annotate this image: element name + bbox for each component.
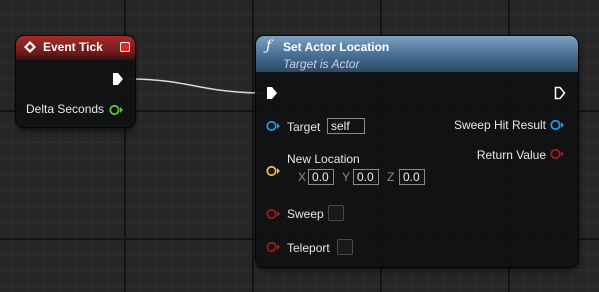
new-location-label: New Location bbox=[287, 152, 360, 166]
exec-in-pin[interactable] bbox=[266, 86, 278, 100]
target-pin[interactable] bbox=[266, 120, 282, 132]
function-subtitle: Target is Actor bbox=[283, 57, 360, 71]
z-axis-label: Z bbox=[387, 170, 395, 184]
delta-seconds-label: Delta Seconds bbox=[26, 102, 105, 116]
teleport-label: Teleport bbox=[287, 241, 330, 255]
teleport-checkbox[interactable] bbox=[337, 239, 353, 255]
return-value-pin[interactable] bbox=[550, 148, 566, 160]
target-label: Target bbox=[287, 120, 321, 134]
target-value-field[interactable]: self bbox=[327, 118, 365, 134]
sweep-label: Sweep bbox=[287, 207, 324, 221]
new-location-pin[interactable] bbox=[266, 165, 282, 177]
x-axis-label: X bbox=[298, 170, 307, 184]
location-y-field[interactable]: 0.0 bbox=[353, 169, 379, 185]
function-icon: ƒ bbox=[266, 38, 272, 54]
teleport-pin[interactable] bbox=[266, 241, 282, 253]
location-z-field[interactable]: 0.0 bbox=[399, 169, 425, 185]
sweep-hit-result-pin[interactable] bbox=[550, 119, 566, 131]
exec-then-pin[interactable] bbox=[554, 86, 566, 100]
event-tick-node[interactable]: Event Tick Delta Seconds bbox=[16, 36, 135, 127]
return-value-label: Return Value bbox=[476, 148, 546, 162]
location-x-field[interactable]: 0.0 bbox=[308, 169, 334, 185]
delegate-pin-icon[interactable] bbox=[120, 42, 130, 52]
function-title: Set Actor Location bbox=[283, 40, 390, 54]
set-actor-location-node[interactable]: ƒ Set Actor Location Target is Actor Tar… bbox=[256, 36, 578, 267]
delta-seconds-pin[interactable] bbox=[109, 104, 125, 116]
event-icon bbox=[24, 41, 36, 53]
event-tick-title: Event Tick bbox=[43, 40, 103, 54]
sweep-checkbox[interactable] bbox=[328, 205, 344, 221]
sweep-pin[interactable] bbox=[266, 208, 282, 220]
y-axis-label: Y bbox=[342, 170, 351, 184]
sweep-hit-result-label: Sweep Hit Result bbox=[453, 118, 546, 132]
exec-out-pin[interactable] bbox=[112, 72, 124, 86]
